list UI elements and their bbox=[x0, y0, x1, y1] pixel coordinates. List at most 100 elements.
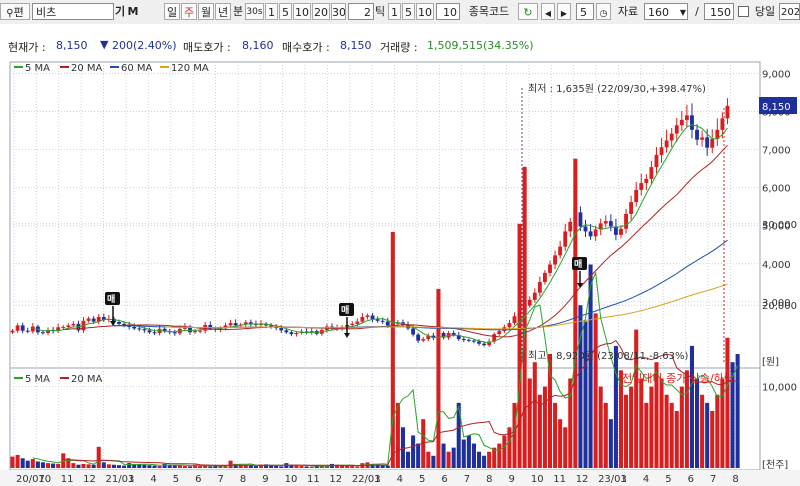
volume-bar bbox=[208, 466, 213, 468]
candle-body bbox=[198, 330, 203, 332]
volume-bar bbox=[25, 460, 30, 468]
volume-bar bbox=[299, 465, 304, 468]
candle-body bbox=[543, 272, 547, 283]
volume-bar bbox=[608, 419, 613, 468]
time-axis-label: 10 bbox=[38, 474, 51, 485]
price-panel-frame bbox=[9, 61, 761, 369]
legend-label: 20 MA bbox=[71, 63, 103, 74]
candle-body bbox=[233, 323, 238, 326]
time-axis-label: 3 bbox=[128, 474, 134, 485]
time-axis-label: 11 bbox=[553, 474, 566, 485]
candle-body bbox=[370, 315, 375, 320]
price-axis-label: 6,000 bbox=[762, 184, 791, 195]
volume-bar bbox=[441, 443, 446, 468]
high-low-label: 최저 : 1,635원 (22/09/30,+398.47%) bbox=[528, 83, 706, 95]
candle-body bbox=[10, 330, 15, 333]
candle-body bbox=[137, 328, 142, 330]
candle-body bbox=[603, 221, 608, 224]
candle-body bbox=[695, 129, 699, 140]
candle-body bbox=[152, 332, 157, 334]
candle-body bbox=[147, 330, 152, 333]
volume-bar bbox=[15, 454, 20, 468]
candle-body bbox=[132, 326, 137, 329]
volume-bar bbox=[720, 378, 725, 468]
ma20-line bbox=[63, 144, 728, 338]
candle-body bbox=[172, 332, 177, 334]
volume-bar bbox=[497, 443, 502, 468]
volume-bar bbox=[517, 223, 522, 468]
volume-bar bbox=[274, 465, 279, 468]
time-axis-label: 9 bbox=[262, 474, 268, 485]
candle-body bbox=[497, 331, 502, 335]
candle-body bbox=[684, 115, 689, 120]
candle-body bbox=[568, 221, 573, 232]
volume-axis-label: 30,000 bbox=[762, 220, 797, 231]
stock-chart[interactable]: 5 MA 20 MA 60 MA 120 MA 5 MA 20 MA 최저 : 1,635원… bbox=[0, 0, 800, 486]
candle-body bbox=[679, 119, 684, 126]
time-axis-label: 8 bbox=[240, 474, 246, 485]
volume-bar bbox=[659, 378, 664, 468]
high-low-label: 최고 : 8,920원 (23/08/11,-8.63%) bbox=[528, 350, 689, 362]
time-axis-label: 11 bbox=[61, 474, 74, 485]
volume-bar bbox=[345, 465, 350, 468]
buy-signal-label: 매 bbox=[107, 293, 115, 305]
volume-bar bbox=[304, 466, 309, 468]
candle-body bbox=[608, 221, 613, 227]
volume-bar bbox=[46, 463, 51, 468]
volume-bar bbox=[624, 394, 629, 468]
legend-label: 5 MA bbox=[25, 63, 50, 74]
candle-body bbox=[705, 137, 710, 148]
time-axis-label: 4 bbox=[643, 474, 649, 485]
volume-bar bbox=[162, 463, 167, 468]
volume-note: 전일대비 종가 상승/하락 bbox=[622, 371, 734, 385]
volume-bar bbox=[598, 386, 603, 468]
price-axis-label: 9,000 bbox=[762, 70, 791, 81]
volume-bar bbox=[613, 345, 618, 468]
candle-body bbox=[411, 328, 416, 335]
volume-bar bbox=[223, 466, 228, 468]
candle-body bbox=[355, 321, 360, 324]
time-axis-label: 5 bbox=[173, 474, 179, 485]
candle-body bbox=[527, 299, 532, 306]
candle-body bbox=[350, 323, 355, 326]
time-axis-label: 12 bbox=[329, 474, 342, 485]
volume-bar bbox=[700, 394, 705, 468]
volume-bar bbox=[182, 465, 187, 468]
candle-body bbox=[690, 115, 694, 130]
candle-body bbox=[573, 212, 578, 222]
candle-body bbox=[583, 226, 588, 232]
volume-bar bbox=[674, 411, 679, 468]
volume-bar bbox=[30, 459, 35, 468]
candle-body bbox=[578, 212, 583, 227]
volume-bar bbox=[715, 394, 720, 468]
volume-bar bbox=[248, 465, 253, 468]
candle-body bbox=[360, 317, 365, 322]
candle-body bbox=[593, 229, 598, 237]
volume-bar bbox=[482, 455, 487, 468]
candle-body bbox=[507, 323, 512, 328]
candle-body bbox=[512, 316, 517, 324]
volume-bar bbox=[56, 463, 61, 468]
volume-bar bbox=[416, 443, 421, 468]
candle-body bbox=[563, 231, 568, 247]
volume-bar bbox=[542, 386, 547, 468]
candle-body bbox=[644, 178, 649, 184]
volume-bar bbox=[40, 462, 45, 468]
candle-body bbox=[558, 246, 563, 256]
volume-bar bbox=[532, 362, 537, 468]
buy-signal-arrowhead bbox=[344, 333, 350, 338]
volume-bar bbox=[629, 386, 634, 468]
time-axis-label: 8 bbox=[486, 474, 492, 485]
volume-bar bbox=[476, 451, 482, 468]
candle-body bbox=[674, 125, 679, 134]
candle-body bbox=[289, 332, 294, 335]
time-axis-label: 3 bbox=[620, 474, 626, 485]
volume-bar bbox=[106, 464, 111, 468]
candle-body bbox=[624, 213, 628, 229]
current-price-axis-label: 8,150 bbox=[762, 102, 791, 113]
volume-bar bbox=[86, 464, 91, 468]
time-axis-label: 12 bbox=[83, 474, 96, 485]
volume-bar bbox=[51, 463, 56, 468]
time-axis-label: 4 bbox=[397, 474, 403, 485]
candle-body bbox=[451, 333, 456, 335]
